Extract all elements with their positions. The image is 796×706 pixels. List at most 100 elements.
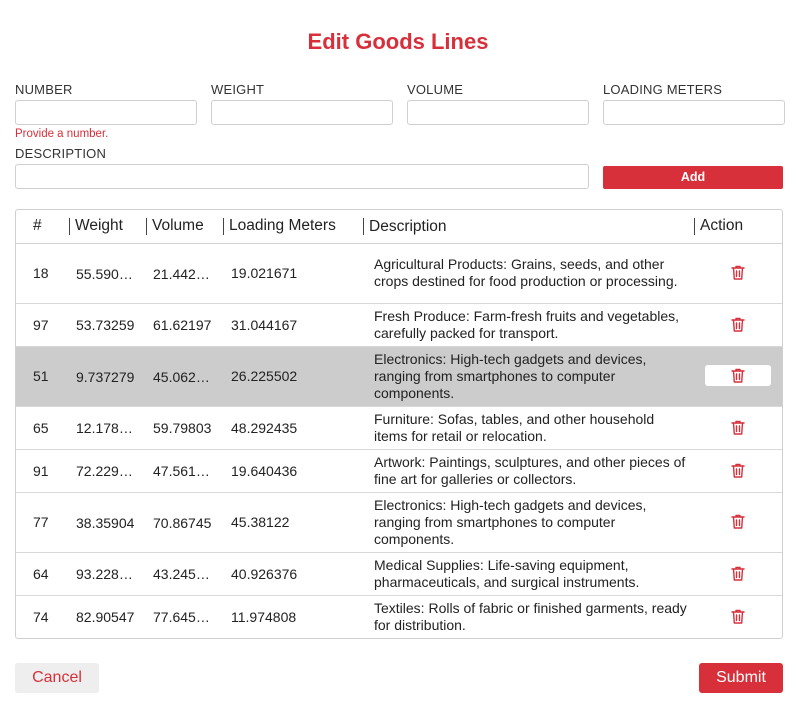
trash-icon [730, 462, 746, 479]
table-row[interactable]: 91 72.229… 47.561… 19.640436 Artwork: Painti… [16, 449, 782, 493]
delete-row-button[interactable] [705, 262, 771, 283]
header-volume-label: Volume [152, 217, 204, 235]
cell-volume-value: 59.79803 [153, 420, 212, 437]
column-separator[interactable] [69, 217, 70, 235]
delete-row-button[interactable] [705, 511, 771, 532]
header-description[interactable]: Description [363, 210, 694, 244]
cell-volume-value: 77.645… [153, 609, 210, 626]
cell-action [694, 243, 782, 304]
cell-description: Medical Supplies: Life-saving equipment,… [363, 552, 694, 596]
cell-action [694, 346, 782, 407]
cell-volume-value: 47.561… [153, 463, 210, 480]
cell-volume-value: 45.062… [153, 368, 210, 385]
volume-input[interactable] [407, 100, 589, 125]
cell-num: 51 [16, 346, 69, 407]
header-num-label: # [33, 217, 42, 235]
weight-input[interactable] [211, 100, 393, 125]
column-separator[interactable] [146, 217, 147, 235]
cell-action [694, 406, 782, 450]
header-action-label: Action [700, 217, 744, 235]
header-loading-meters[interactable]: Loading Meters [223, 210, 363, 244]
delete-row-button[interactable] [705, 365, 771, 386]
table-row[interactable]: 77 38.35904 70.86745 45.38122 Electronics: H… [16, 492, 782, 553]
cell-volume-value: 61.62197 [153, 317, 212, 334]
cell-description: Electronics: High-tech gadgets and devic… [363, 492, 694, 553]
cell-description: Artwork: Paintings, sculptures, and othe… [363, 449, 694, 493]
cell-weight-value: 55.590… [76, 265, 133, 282]
cell-weight: 38.35904 [69, 492, 146, 553]
cell-volume: 70.86745 [146, 492, 223, 553]
cell-action [694, 595, 782, 638]
cell-num: 97 [16, 303, 69, 347]
number-error-message: Provide a number. [15, 128, 109, 140]
table-row[interactable]: 51 9.737279 45.062… 26.225502 Electronics: H… [16, 346, 782, 407]
column-separator[interactable] [223, 217, 224, 235]
table-row[interactable]: 65 12.178… 59.79803 48.292435 Furniture: Sof… [16, 406, 782, 450]
cell-loading-meters: 31.044167 [223, 303, 363, 347]
header-action: Action [694, 210, 782, 244]
cell-num: 64 [16, 552, 69, 596]
cell-volume: 61.62197 [146, 303, 223, 347]
delete-row-button[interactable] [705, 460, 771, 481]
delete-row-button[interactable] [705, 417, 771, 438]
cell-loading-meters: 11.974808 [223, 595, 363, 638]
cell-weight: 82.90547 [69, 595, 146, 638]
delete-row-button[interactable] [705, 606, 771, 627]
trash-icon [730, 513, 746, 530]
cell-weight: 93.228… [69, 552, 146, 596]
cell-volume: 45.062… [146, 346, 223, 407]
cell-weight: 72.229… [69, 449, 146, 493]
table-row[interactable]: 64 93.228… 43.245… 40.926376 Medical Supplie… [16, 552, 782, 596]
column-separator[interactable] [363, 217, 364, 235]
number-label: NUMBER [15, 82, 73, 97]
cell-num: 91 [16, 449, 69, 493]
dialog-title: Edit Goods Lines [307, 29, 489, 54]
table-row[interactable]: 97 53.73259 61.62197 31.044167 Fresh Produce… [16, 303, 782, 347]
column-separator[interactable] [694, 217, 695, 235]
cancel-button[interactable]: Cancel [15, 663, 99, 693]
cell-loading-meters: 19.640436 [223, 449, 363, 493]
header-num[interactable]: # [16, 210, 69, 244]
cell-description: Fresh Produce: Farm-fresh fruits and veg… [363, 303, 694, 347]
description-input[interactable] [15, 164, 589, 189]
delete-row-button[interactable] [705, 563, 771, 584]
header-weight-label: Weight [75, 217, 123, 235]
cell-num: 65 [16, 406, 69, 450]
volume-label: VOLUME [407, 82, 464, 97]
add-button[interactable]: Add [603, 166, 783, 189]
number-input[interactable] [15, 100, 197, 125]
header-volume[interactable]: Volume [146, 210, 223, 244]
cell-loading-meters: 26.225502 [223, 346, 363, 407]
cell-action [694, 449, 782, 493]
cell-weight-value: 38.35904 [76, 514, 135, 531]
trash-icon [730, 264, 746, 281]
cell-weight-value: 9.737279 [76, 368, 135, 385]
cell-action [694, 303, 782, 347]
cell-volume: 43.245… [146, 552, 223, 596]
delete-row-button[interactable] [705, 314, 771, 335]
weight-label: WEIGHT [211, 82, 265, 97]
header-description-label: Description [369, 217, 447, 235]
loading-meters-input[interactable] [603, 100, 785, 125]
table-header-row: # Weight Volume Loading Meters Descripti… [16, 210, 782, 244]
cell-weight-value: 53.73259 [76, 317, 135, 334]
cell-weight: 9.737279 [69, 346, 146, 407]
cell-volume: 59.79803 [146, 406, 223, 450]
cell-volume-value: 21.442… [153, 265, 210, 282]
cell-weight: 12.178… [69, 406, 146, 450]
table-row[interactable]: 74 82.90547 77.645… 11.974808 Textiles: Roll… [16, 595, 782, 638]
cell-description: Textiles: Rolls of fabric or finished ga… [363, 595, 694, 638]
cell-weight-value: 93.228… [76, 566, 133, 583]
submit-button[interactable]: Submit [699, 663, 783, 693]
cell-volume: 47.561… [146, 449, 223, 493]
cell-loading-meters: 48.292435 [223, 406, 363, 450]
table-row[interactable]: 18 55.590… 21.442… 19.021671 Agricultural Pr… [16, 243, 782, 304]
cell-loading-meters: 45.38122 [223, 492, 363, 553]
cell-volume: 21.442… [146, 243, 223, 304]
cell-description: Furniture: Sofas, tables, and other hous… [363, 406, 694, 450]
cell-description: Electronics: High-tech gadgets and devic… [363, 346, 694, 407]
loading-meters-label: LOADING METERS [603, 82, 723, 97]
cell-weight-value: 12.178… [76, 420, 133, 437]
header-weight[interactable]: Weight [69, 210, 146, 244]
cell-loading-meters: 40.926376 [223, 552, 363, 596]
